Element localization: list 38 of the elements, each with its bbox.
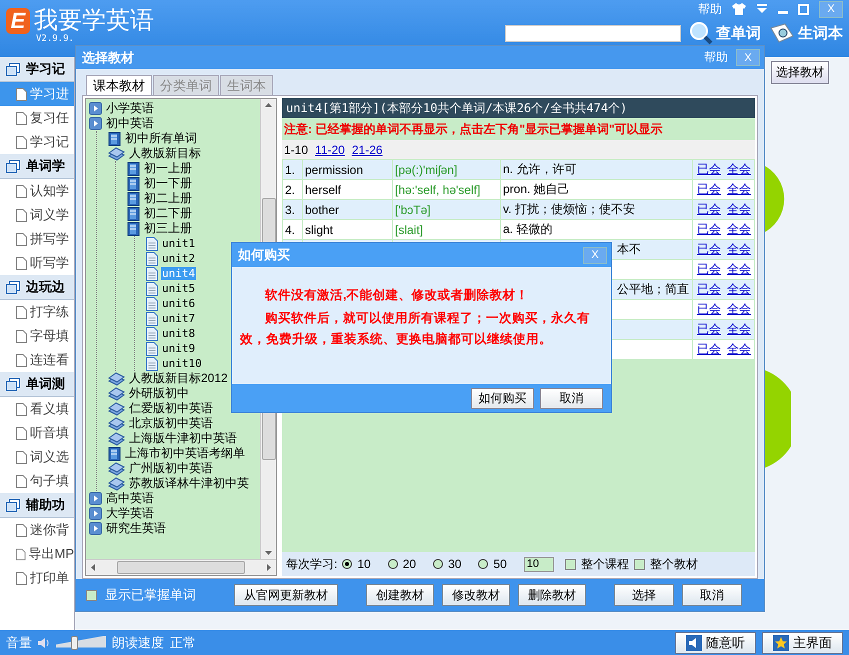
dialog-title: 如何购买 xyxy=(238,246,290,264)
table-cell: [pə(:)'miʃən] xyxy=(392,160,500,180)
table-cell: v. 打扰；使烦恼；使不安 xyxy=(500,200,692,220)
unit-header: unit4[第1部分](本部分10共个单词/本课26个/全书共474个) xyxy=(282,98,755,118)
meaning-text: 本不 xyxy=(617,242,641,256)
table-cell: pron. 她自己 xyxy=(500,180,692,200)
version-label: V2.9.9. xyxy=(36,34,75,44)
logo-mark: E xyxy=(6,8,30,34)
table-cell: [slait] xyxy=(392,220,500,240)
checkbox-label: 显示已掌握单词 xyxy=(105,586,196,604)
radio-label: 50 xyxy=(493,557,507,571)
radio-label: 30 xyxy=(448,557,462,571)
table-cell: slight xyxy=(302,220,392,240)
table-cell: 1. xyxy=(282,160,302,180)
radio-label: 20 xyxy=(402,557,416,571)
checkbox-label: 整个课程 xyxy=(580,556,629,572)
table-cell: n. 允许，许可 xyxy=(500,160,692,180)
speed-label: 朗读速度 xyxy=(112,634,164,652)
table-cell: ['bɔTə] xyxy=(392,200,500,220)
table-cell: permission xyxy=(302,160,392,180)
notice-text: 注意: 已经掌握的单词不再显示，点击左下角"显示已掌握单词"可以显示 xyxy=(283,120,664,138)
speed-value: 正常 xyxy=(170,634,196,652)
table-cell: bother xyxy=(302,200,392,220)
message-text: 软件没有激活,不能创建、修改或者删除教材！ xyxy=(264,287,530,304)
per-study-label: 每次学习: xyxy=(286,556,338,572)
meaning-text: 公平地；简直 xyxy=(617,282,689,296)
dialog-title: 选择教材 xyxy=(82,48,134,66)
checkbox-label: 整个教材 xyxy=(650,556,698,572)
radio-label: 10 xyxy=(357,557,371,571)
table-cell: herself xyxy=(302,180,392,200)
table-cell: [hə:'self, hə'self] xyxy=(392,180,500,200)
app-title: 我要学英语 xyxy=(34,8,154,34)
table-cell: 2. xyxy=(282,180,302,200)
message-text: 购买软件后，就可以使用所有课程了；一次购买，永久有效，免费升级，重装系统、更换电脑都可以继续使用。 xyxy=(240,310,591,348)
table-cell: 3. xyxy=(282,200,302,220)
table-cell: 4. xyxy=(282,220,302,240)
table-cell: a. 轻微的 xyxy=(500,220,692,240)
volume-label: 音量 xyxy=(6,634,32,652)
